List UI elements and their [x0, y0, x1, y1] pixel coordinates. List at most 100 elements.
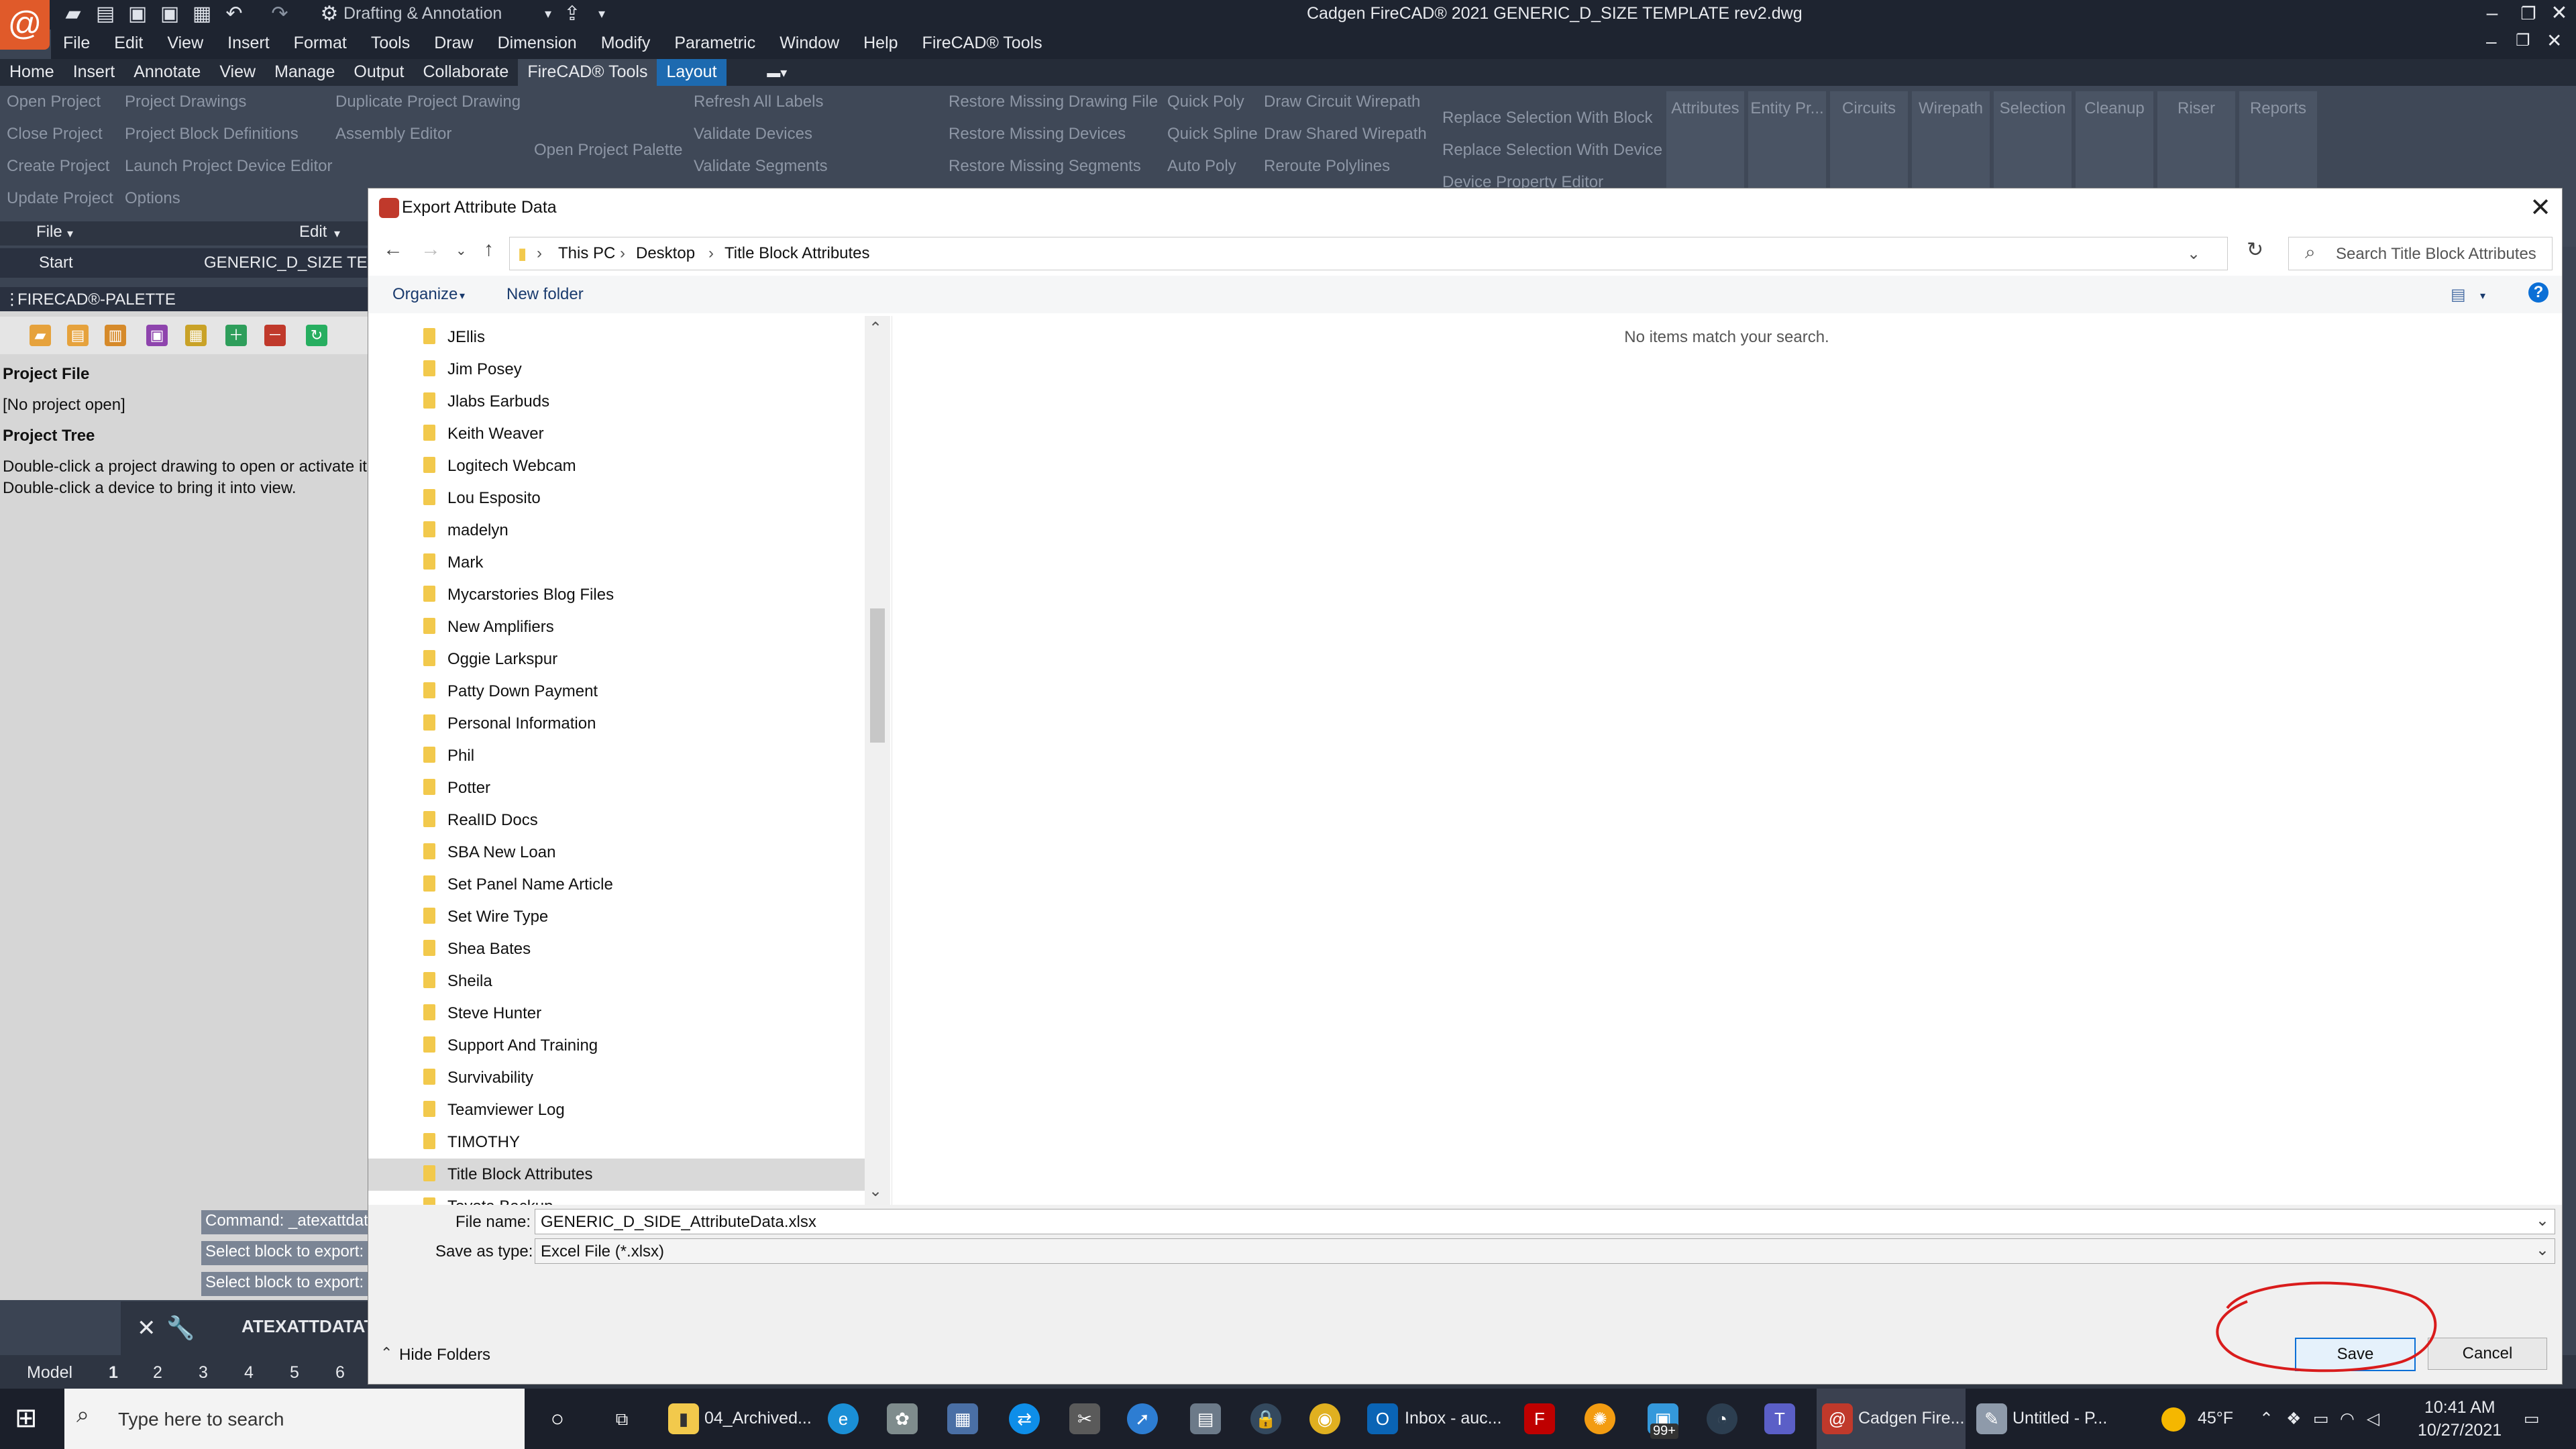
notifications-icon[interactable]: ▭ — [2524, 1409, 2540, 1429]
taskbar-item-inbox[interactable]: Inbox - auc... — [1405, 1409, 1502, 1428]
start-icon[interactable]: ⊞ — [15, 1405, 42, 1432]
ribbon-launch-device-editor[interactable]: Launch Project Device Editor — [125, 157, 333, 176]
volume-icon[interactable]: ◁ — [2367, 1409, 2379, 1429]
taskbar-item-cadgen[interactable]: Cadgen Fire... — [1858, 1409, 1964, 1428]
breadcrumb-title-block-attributes[interactable]: Title Block Attributes — [724, 244, 870, 263]
open-project-icon[interactable]: ▤ — [67, 325, 89, 346]
ribbon-project-block-definitions[interactable]: Project Block Definitions — [125, 125, 299, 144]
restore-icon[interactable]: ❐ — [2512, 0, 2545, 27]
list-item[interactable]: Sheila — [368, 965, 865, 998]
list-item[interactable]: Patty Down Payment — [368, 676, 865, 708]
app-icon[interactable]: ✿ — [887, 1403, 918, 1434]
ribbon-refresh-labels[interactable]: Refresh All Labels — [694, 93, 823, 111]
list-item-selected[interactable]: Title Block Attributes — [368, 1159, 865, 1191]
ribbon-replace-with-device[interactable]: Replace Selection With Device — [1442, 141, 1662, 160]
ribbon-auto-poly[interactable]: Auto Poly — [1167, 157, 1236, 176]
list-item[interactable]: Phil — [368, 740, 865, 772]
chrome-icon[interactable]: ◉ — [1309, 1403, 1340, 1434]
workspace-dropdown-icon[interactable]: ▾ — [537, 3, 559, 25]
outlook-icon[interactable]: O — [1367, 1403, 1398, 1434]
close-window-icon[interactable]: ✕ — [2542, 0, 2576, 27]
nav-scrollbar[interactable]: ⌃ ⌄ — [865, 316, 890, 1205]
save-as-type-select[interactable]: Excel File (*.xlsx) ⌄ — [535, 1238, 2555, 1264]
paint-icon[interactable]: ✎ — [1976, 1403, 2007, 1434]
list-item[interactable]: Jlabs Earbuds — [368, 386, 865, 418]
organize-dropdown-icon[interactable]: ▾ — [460, 289, 465, 303]
menu-file[interactable]: File — [51, 30, 102, 53]
menu-view[interactable]: View — [155, 30, 215, 53]
menu-restore-icon[interactable]: ❐ — [2516, 31, 2530, 50]
ribbon-assembly-editor[interactable]: Assembly Editor — [335, 125, 451, 144]
teamviewer-icon[interactable]: ⇄ — [1009, 1403, 1040, 1434]
menu-format[interactable]: Format — [282, 30, 359, 53]
menu-draw[interactable]: Draw — [422, 30, 485, 53]
cortana-icon[interactable]: ○ — [542, 1403, 573, 1434]
customize-dropdown-icon[interactable]: ▾ — [590, 3, 613, 25]
list-item[interactable]: Set Wire Type — [368, 901, 865, 933]
taskbar-item-archived[interactable]: 04_Archived... — [704, 1409, 812, 1428]
print-icon[interactable]: ▦ — [191, 3, 213, 25]
address-bar[interactable]: ▮ › This PC › Desktop › Title Block Attr… — [509, 237, 2228, 270]
list-item[interactable]: Logitech Webcam — [368, 450, 865, 482]
menu-window[interactable]: Window — [767, 30, 851, 53]
menu-minimize-icon[interactable]: – — [2486, 31, 2497, 52]
dialog-close-icon[interactable]: ✕ — [2530, 193, 2551, 223]
tab-annotate[interactable]: Annotate — [124, 59, 210, 86]
edge-icon[interactable]: e — [828, 1403, 859, 1434]
ribbon-draw-circuit-wirepath[interactable]: Draw Circuit Wirepath — [1264, 93, 1420, 111]
list-item[interactable]: JEllis — [368, 321, 865, 354]
list-item[interactable]: TIMOTHY — [368, 1126, 865, 1159]
refresh-icon[interactable]: ↻ — [2247, 238, 2263, 262]
ribbon-update-project[interactable]: Update Project — [7, 189, 113, 208]
list-item[interactable]: Survivability — [368, 1062, 865, 1094]
tab-output[interactable]: Output — [344, 59, 413, 86]
redo-icon[interactable]: ↷ — [268, 3, 291, 25]
menu-close-icon[interactable]: ✕ — [2546, 30, 2562, 52]
ribbon-replace-with-block[interactable]: Replace Selection With Block — [1442, 109, 1652, 127]
list-item[interactable]: Support And Training — [368, 1030, 865, 1062]
menu-modify[interactable]: Modify — [589, 30, 663, 53]
taskbar-item-untitled[interactable]: Untitled - P... — [2012, 1409, 2107, 1428]
address-dropdown-icon[interactable]: ⌄ — [2187, 244, 2200, 264]
save-project-icon[interactable]: ▣ — [146, 325, 168, 346]
teams-icon[interactable]: T — [1764, 1403, 1795, 1434]
ribbon-toggle-icon[interactable]: ▬▾ — [757, 61, 796, 88]
menu-help[interactable]: Help — [851, 30, 910, 53]
list-item[interactable]: Mark — [368, 547, 865, 579]
breadcrumb-desktop[interactable]: Desktop — [636, 244, 695, 263]
tab-collaborate[interactable]: Collaborate — [413, 59, 518, 86]
list-item[interactable]: Teamviewer Log — [368, 1094, 865, 1126]
list-item[interactable]: Lou Esposito — [368, 482, 865, 515]
layout-tab-4[interactable]: 4 — [244, 1363, 254, 1383]
ribbon-options[interactable]: Options — [125, 189, 180, 208]
view-options-icon[interactable]: ▤ — [2451, 285, 2466, 305]
file-name-field[interactable]: GENERIC_D_SIDE_AttributeData.xlsx ⌄ — [535, 1209, 2555, 1234]
list-item[interactable]: Set Panel Name Article — [368, 869, 865, 901]
list-item[interactable]: Personal Information — [368, 708, 865, 740]
command-close-icon[interactable]: ✕ — [137, 1315, 156, 1342]
task-view-icon[interactable]: ⧉ — [606, 1403, 637, 1434]
ribbon-project-drawings[interactable]: Project Drawings — [125, 93, 246, 111]
cancel-button[interactable]: Cancel — [2428, 1338, 2547, 1370]
list-item[interactable]: New Amplifiers — [368, 611, 865, 643]
ribbon-restore-drawing-file[interactable]: Restore Missing Drawing File — [949, 93, 1158, 111]
list-item[interactable]: SBA New Loan — [368, 837, 865, 869]
layout-tab-5[interactable]: 5 — [290, 1363, 299, 1383]
ribbon-create-project[interactable]: Create Project — [7, 157, 109, 176]
refresh-icon[interactable]: ↻ — [306, 325, 327, 346]
ribbon-reroute-polylines[interactable]: Reroute Polylines — [1264, 157, 1390, 176]
tab-home[interactable]: Home — [0, 59, 64, 86]
ribbon-validate-devices[interactable]: Validate Devices — [694, 125, 812, 144]
ribbon-draw-shared-wirepath[interactable]: Draw Shared Wirepath — [1264, 125, 1427, 144]
workspace-selector[interactable]: Drafting & Annotation — [343, 4, 502, 23]
organize-button[interactable]: Organize — [392, 285, 458, 304]
list-item[interactable]: Oggie Larkspur — [368, 643, 865, 676]
search-input[interactable]: ⌕ Search Title Block Attributes — [2288, 237, 2553, 270]
undo-icon[interactable]: ↶ — [223, 3, 246, 25]
folder-open-icon[interactable]: ▤ — [94, 3, 117, 25]
tab-firecad-tools[interactable]: FireCAD® Tools — [518, 59, 657, 86]
command-input[interactable]: ATEXATTDATATO — [241, 1316, 388, 1337]
menu-edit[interactable]: Edit — [102, 30, 155, 53]
new-project-icon[interactable]: ▰ — [30, 325, 51, 346]
network-app-icon[interactable]: ▤ — [1190, 1403, 1221, 1434]
